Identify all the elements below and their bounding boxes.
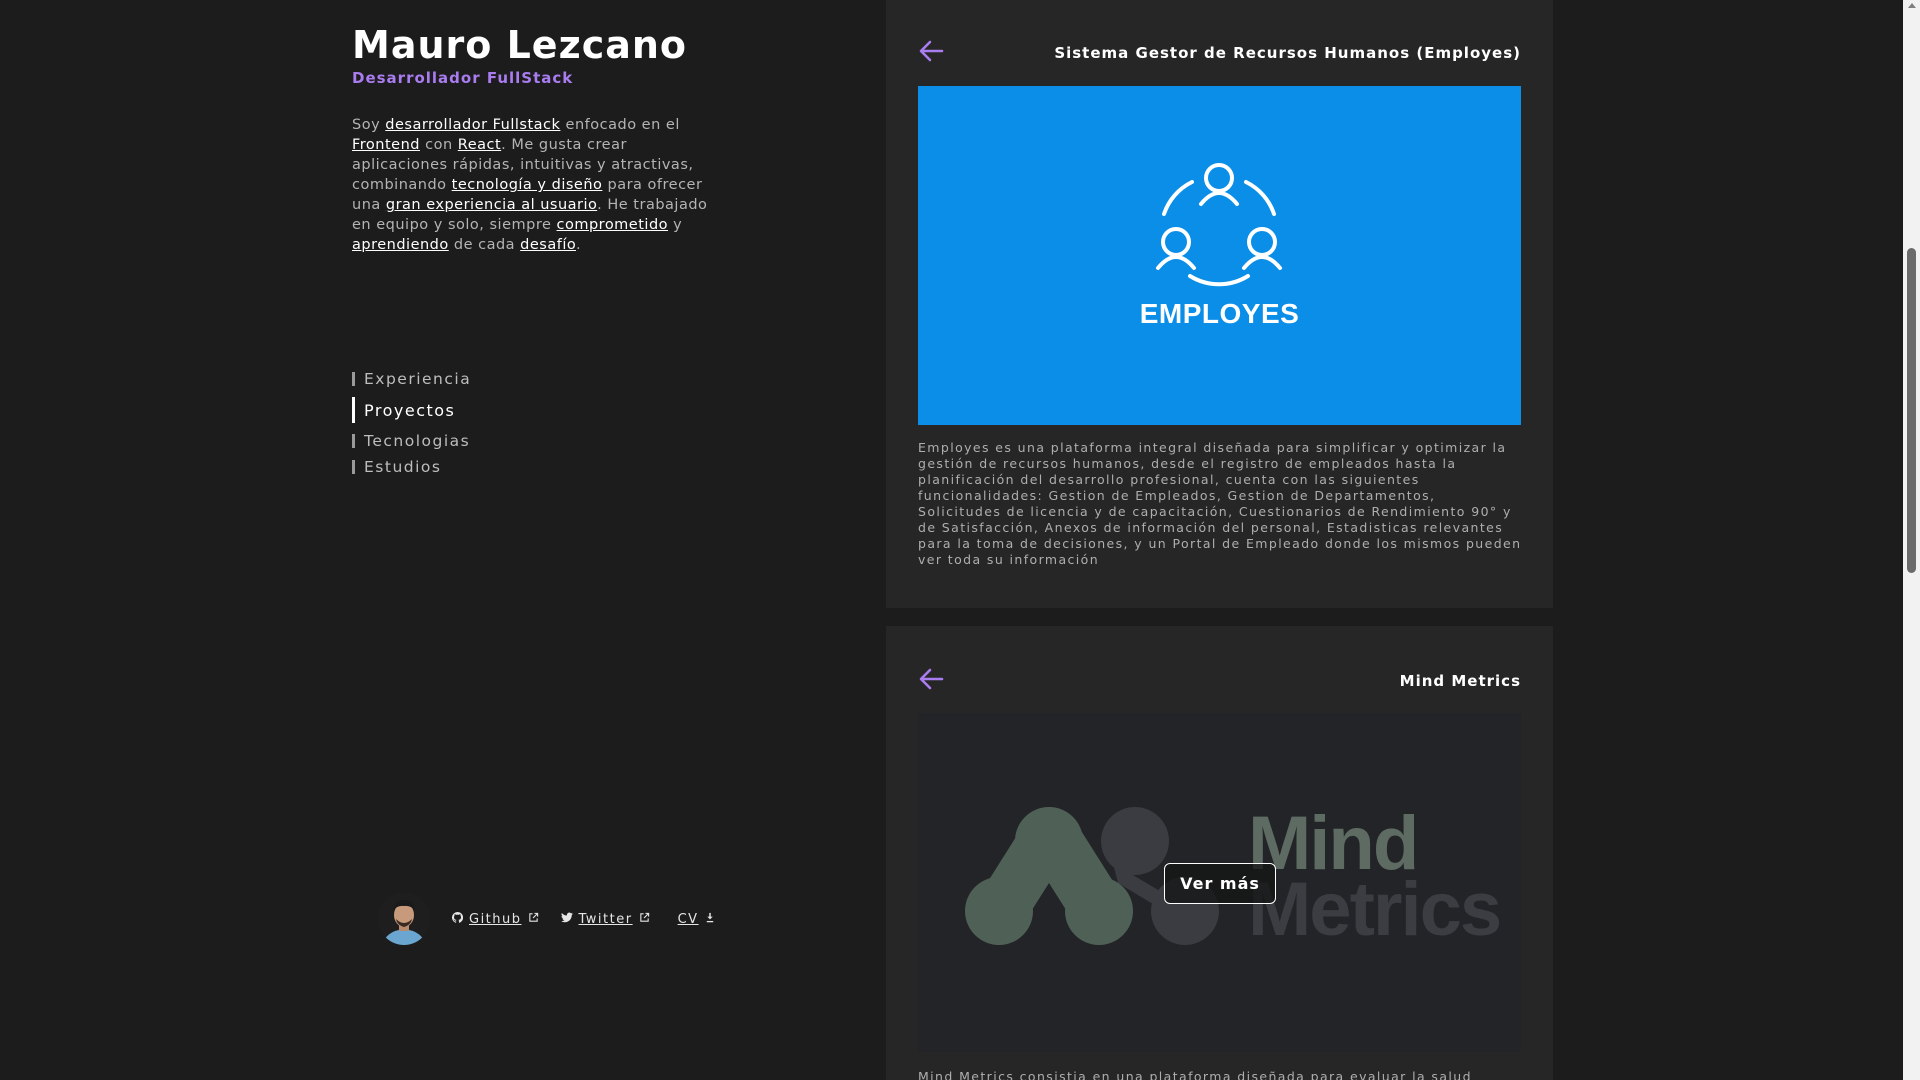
bio-highlight: Frontend <box>352 137 420 153</box>
github-icon <box>451 911 464 927</box>
nav-item-label: Estudios <box>364 458 442 476</box>
bio-text: . <box>576 237 582 253</box>
project-image-text: Mind Metrics <box>1248 806 1502 952</box>
bio-text: con <box>420 137 458 153</box>
bio-highlight: desarrollador Fullstack <box>385 117 561 133</box>
cv-label: CV <box>677 911 699 927</box>
project-card-mind-metrics: Mind Metrics Mind Metrics Ver más Mind M… <box>886 626 1553 1080</box>
github-link[interactable]: Github <box>451 911 539 927</box>
project-image[interactable]: EMPLOYES <box>918 86 1521 425</box>
project-card-header: Sistema Gestor de Recursos Humanos (Empl… <box>918 40 1521 66</box>
bio-highlight: gran experiencia al usuario <box>385 197 598 213</box>
external-link-icon <box>528 912 539 927</box>
project-description: Employes es una plataforma integral dise… <box>918 440 1522 567</box>
project-image-text: EMPLOYES <box>1139 298 1300 329</box>
github-label: Github <box>469 911 522 927</box>
avatar <box>378 893 430 945</box>
bio-text: de cada <box>448 237 521 253</box>
external-link-icon <box>639 912 650 927</box>
profile-bio: Soy desarrollador Fullstack enfocado en … <box>352 115 722 255</box>
scroll-up-icon[interactable] <box>1908 3 1916 8</box>
nav-item-proyectos[interactable]: Proyectos <box>352 396 471 424</box>
twitter-link[interactable]: Twitter <box>560 911 650 927</box>
social-links: Github Twitter CV <box>378 893 715 945</box>
nav-indicator <box>352 372 355 386</box>
profile-name: Mauro Lezcano <box>352 23 688 67</box>
profile-section: Mauro Lezcano Desarrollador FullStack So… <box>352 22 722 255</box>
nav-indicator <box>352 434 355 448</box>
back-arrow-icon[interactable] <box>918 668 944 694</box>
bio-text: enfocado en el <box>560 117 680 133</box>
nav-indicator <box>352 397 355 423</box>
download-icon <box>705 912 715 927</box>
nav-item-label: Experiencia <box>364 370 472 388</box>
nav-item-label: Proyectos <box>364 400 456 420</box>
bio-text: Soy <box>352 117 386 133</box>
bio-highlight: aprendiendo <box>352 237 449 253</box>
profile-role: Desarrollador FullStack <box>352 69 574 87</box>
project-description: Mind Metrics consistia en una plataforma… <box>918 1069 1472 1080</box>
section-nav: Experiencia Proyectos Tecnologias Estudi… <box>352 368 471 478</box>
bio-highlight: comprometido <box>556 217 669 233</box>
nav-item-experiencia[interactable]: Experiencia <box>352 368 471 390</box>
bio-highlight: desafío <box>520 237 576 253</box>
twitter-icon <box>560 912 573 927</box>
nav-indicator <box>352 460 355 474</box>
project-card-employes: Sistema Gestor de Recursos Humanos (Empl… <box>886 0 1553 608</box>
team-icon <box>1156 163 1282 287</box>
project-title: Sistema Gestor de Recursos Humanos (Empl… <box>1054 44 1521 62</box>
nav-item-label: Tecnologias <box>364 432 471 450</box>
project-title: Mind Metrics <box>1399 672 1521 690</box>
bio-text: y <box>668 217 683 233</box>
bio-highlight: tecnología y diseño <box>451 177 603 193</box>
cv-download-link[interactable]: CV <box>672 912 715 927</box>
bio-highlight: React <box>457 137 502 153</box>
back-arrow-icon[interactable] <box>918 40 944 66</box>
nav-item-estudios[interactable]: Estudios <box>352 456 471 478</box>
logo-text-line2: Metrics <box>1248 867 1502 952</box>
nav-item-tecnologias[interactable]: Tecnologias <box>352 430 471 452</box>
project-card-header: Mind Metrics <box>918 668 1521 694</box>
ver-mas-button[interactable]: Ver más <box>1164 863 1276 904</box>
twitter-label: Twitter <box>578 911 633 927</box>
page-scrollbar[interactable] <box>1903 0 1920 1080</box>
project-image[interactable]: Mind Metrics Ver más <box>918 713 1521 1052</box>
scroll-thumb[interactable] <box>1907 248 1916 573</box>
